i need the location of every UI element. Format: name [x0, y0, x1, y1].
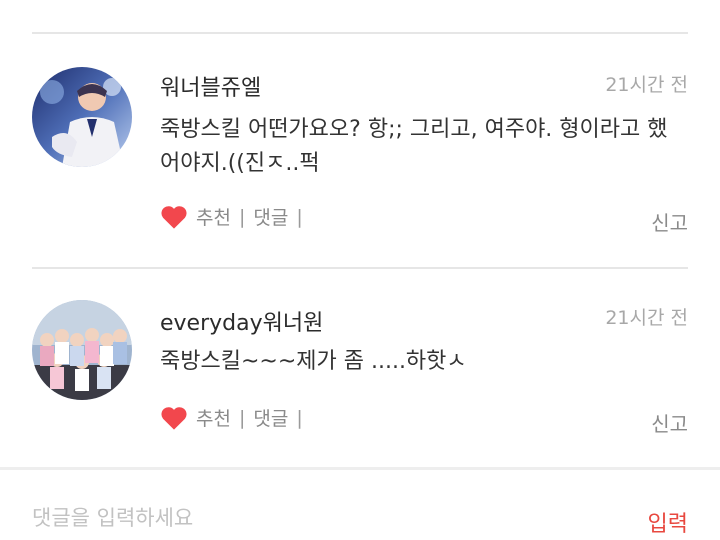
comment-time: 21시간 전: [605, 74, 688, 96]
separator: |: [296, 406, 303, 429]
separator: |: [296, 205, 303, 228]
avatar[interactable]: [32, 300, 132, 400]
top-divider: [32, 32, 688, 34]
comment-text: 죽방스킬 어떤가요오? 항;; 그리고, 여주야. 형이라고 했어야지.((진ㅈ…: [160, 117, 668, 176]
submit-button[interactable]: 입력: [648, 506, 688, 538]
report-button[interactable]: 신고: [651, 408, 688, 437]
comment-divider: [32, 267, 688, 269]
comment-text: 죽방스킬~~~제가 좀 .....하핫ㅅ: [160, 349, 467, 374]
heart-icon[interactable]: [160, 405, 188, 431]
separator: |: [238, 205, 246, 228]
like-button[interactable]: 추천: [196, 203, 231, 230]
reply-button[interactable]: 댓글: [253, 404, 288, 431]
avatar[interactable]: [32, 67, 132, 167]
comment-input-bar: 입력: [0, 470, 720, 540]
comment-actions: 추천 | 댓글 |: [160, 404, 311, 431]
comment-input[interactable]: [32, 506, 552, 530]
separator: |: [238, 406, 246, 429]
comment-time: 21시간 전: [605, 307, 688, 329]
comment-username[interactable]: everyday워너원: [160, 305, 323, 337]
comment-actions: 추천 | 댓글 |: [160, 203, 311, 230]
heart-icon[interactable]: [160, 204, 188, 230]
reply-button[interactable]: 댓글: [253, 203, 288, 230]
report-button[interactable]: 신고: [651, 207, 688, 236]
comment-username[interactable]: 워너블쥬엘: [160, 70, 261, 102]
like-button[interactable]: 추천: [196, 404, 231, 431]
